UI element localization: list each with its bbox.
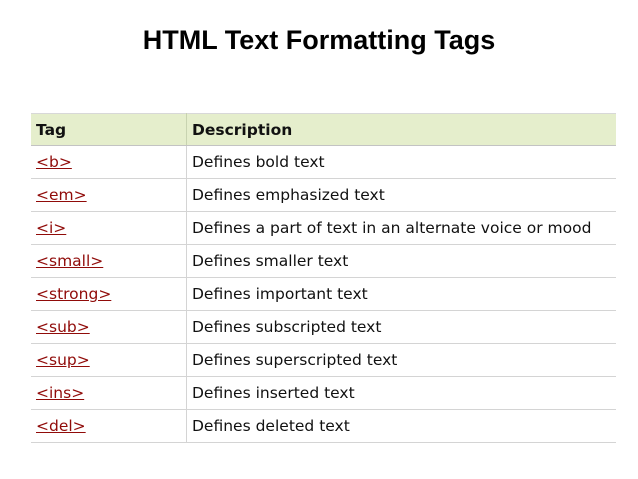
description-cell: Defines smaller text — [186, 244, 616, 278]
page-title: HTML Text Formatting Tags — [142, 25, 496, 55]
description-cell: Defines bold text — [186, 145, 616, 179]
table-row: <i> Defines a part of text in an alterna… — [31, 211, 616, 245]
tag-link-em[interactable]: <em> — [36, 186, 87, 204]
description-cell: Defines inserted text — [186, 376, 616, 410]
tag-link-sub[interactable]: <sub> — [36, 318, 90, 336]
column-header-tag: Tag — [31, 113, 187, 146]
table-row: <small> Defines smaller text — [31, 244, 616, 278]
tag-link-sup[interactable]: <sup> — [36, 351, 90, 369]
table-row: <sup> Defines superscripted text — [31, 343, 616, 377]
tag-cell: <sub> — [31, 310, 187, 344]
tag-cell: <strong> — [31, 277, 187, 311]
tag-link-b[interactable]: <b> — [36, 153, 72, 171]
tag-link-ins[interactable]: <ins> — [36, 384, 84, 402]
description-cell: Defines a part of text in an alternate v… — [186, 211, 616, 245]
table-row: <sub> Defines subscripted text — [31, 310, 616, 344]
table-row: <ins> Defines inserted text — [31, 376, 616, 410]
description-cell: Defines important text — [186, 277, 616, 311]
table-row: <strong> Defines important text — [31, 277, 616, 311]
table-header-row: Tag Description — [31, 113, 616, 146]
tag-cell: <del> — [31, 409, 187, 443]
description-cell: Defines subscripted text — [186, 310, 616, 344]
tag-cell: <small> — [31, 244, 187, 278]
description-cell: Defines deleted text — [186, 409, 616, 443]
tag-link-strong[interactable]: <strong> — [36, 285, 111, 303]
table-row: <b> Defines bold text — [31, 145, 616, 179]
table-row: <del> Defines deleted text — [31, 409, 616, 443]
tag-cell: <sup> — [31, 343, 187, 377]
tag-reference-table: Tag Description <b> Defines bold text <e… — [31, 113, 616, 443]
description-cell: Defines superscripted text — [186, 343, 616, 377]
table-row: <em> Defines emphasized text — [31, 178, 616, 212]
tag-link-small[interactable]: <small> — [36, 252, 103, 270]
tag-cell: <em> — [31, 178, 187, 212]
tag-link-del[interactable]: <del> — [36, 417, 86, 435]
tag-cell: <b> — [31, 145, 187, 179]
tag-link-i[interactable]: <i> — [36, 219, 66, 237]
description-cell: Defines emphasized text — [186, 178, 616, 212]
column-header-description: Description — [186, 113, 616, 146]
tag-cell: <ins> — [31, 376, 187, 410]
tag-cell: <i> — [31, 211, 187, 245]
